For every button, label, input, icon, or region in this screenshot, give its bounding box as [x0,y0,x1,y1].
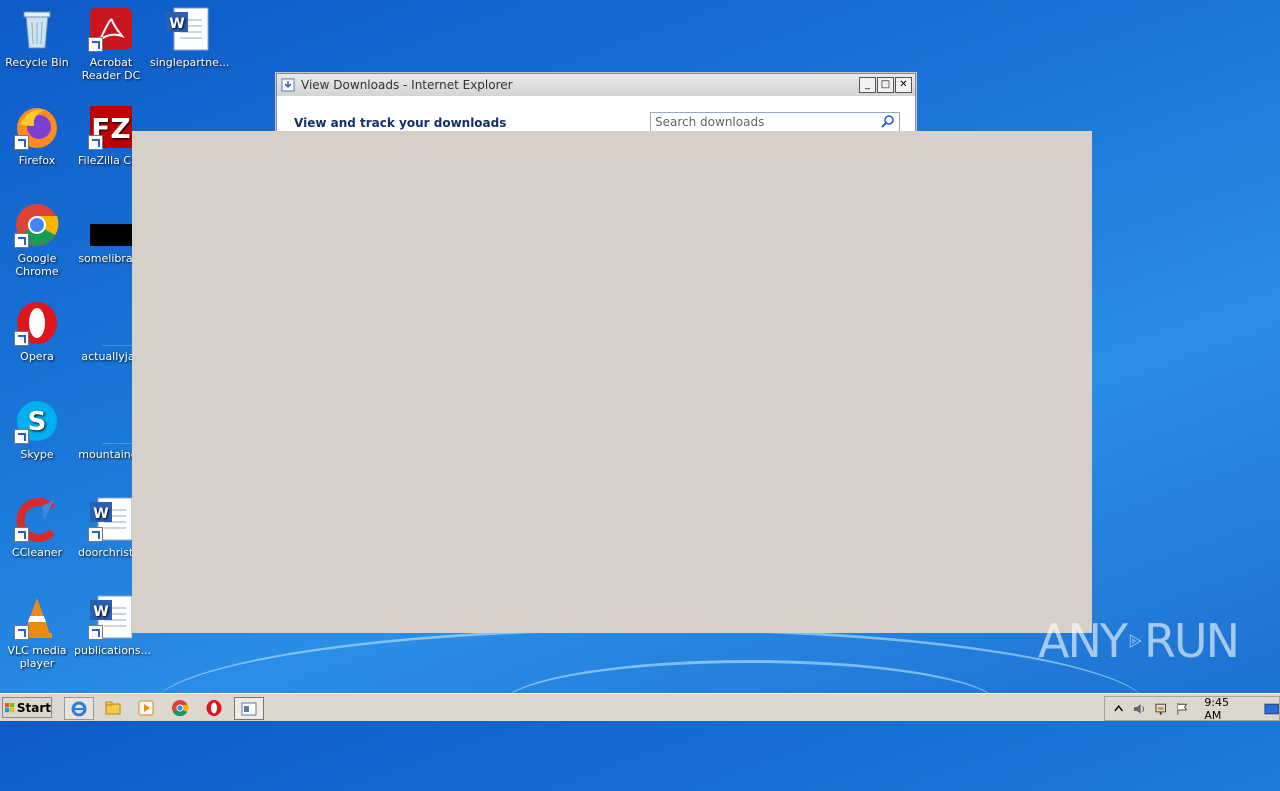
desktop-icon-acrobat[interactable]: Acrobat Reader DC [74,6,148,82]
show-hidden-icons-icon[interactable] [1111,701,1126,717]
taskbar-explorer[interactable] [99,697,127,718]
desktop-icon-label: Recycle Bin [5,56,69,69]
word-doc-icon: W [164,6,210,52]
blank-overlay-panel [132,131,1092,633]
ccleaner-icon [14,496,60,542]
filezilla-icon: FZ [88,104,134,150]
system-tray: 9:45 AM [1104,696,1280,722]
desktop-icon-label: Skype [20,448,54,461]
volume-icon[interactable] [1132,701,1147,717]
svg-text:W: W [93,604,108,620]
desktop-icon-vlc[interactable]: VLC media player [0,594,74,670]
vlc-icon [14,594,60,640]
desktop-icon-recycle-bin[interactable]: Recycle Bin [0,6,74,69]
desktop-icon-firefox[interactable]: Firefox [0,104,74,167]
svg-text:S: S [28,407,47,437]
downloads-heading: View and track your downloads [294,116,507,130]
recycle-bin-icon [14,6,60,52]
desktop-icon-label: Firefox [18,154,56,167]
blank-file-icon [88,398,134,444]
desktop-icon-singlepartne[interactable]: W singlepartne... [150,6,229,69]
ie-downloads-icon [281,78,295,92]
close-button[interactable]: ✕ [895,77,912,93]
word-doc-icon: W [88,496,134,542]
clock[interactable]: 9:45 AM [1204,696,1247,722]
svg-text:W: W [169,16,184,32]
desktop-icon-label: Google Chrome [15,252,59,278]
chrome-icon [14,202,60,248]
desktop-icon-opera[interactable]: Opera [0,300,74,363]
show-desktop-icon[interactable] [1264,701,1279,717]
word-doc-icon: W [88,594,134,640]
acrobat-icon [88,6,134,52]
desktop-icon-label: CCleaner [11,546,63,559]
watermark-any: ANY [1038,614,1128,668]
desktop-icon-label: singlepartne... [150,56,230,69]
svg-text:W: W [93,506,108,522]
search-downloads-input[interactable]: Search downloads [650,112,900,132]
ie-icon [71,701,87,716]
taskbar-downloads-window[interactable] [234,697,264,720]
chrome-icon [172,699,189,716]
play-logo-icon [1129,634,1142,648]
taskbar: Start 9:45 AM [0,693,1280,722]
downloads-window-icon [241,702,257,715]
window-titlebar[interactable]: View Downloads - Internet Explorer _ □ ✕ [277,74,915,96]
opera-icon [14,300,60,346]
windows-flag-icon [5,702,15,712]
firefox-icon [14,104,60,150]
desktop-icon-label: Opera [20,350,54,363]
start-button[interactable]: Start [2,697,52,718]
desktop-icon-label: publications... [74,644,152,657]
start-label: Start [16,700,51,715]
network-icon[interactable] [1154,701,1169,717]
black-file-icon [88,202,134,248]
taskbar-ie[interactable] [64,697,94,720]
desktop-icon-chrome[interactable]: Google Chrome [0,202,74,278]
taskbar-chrome[interactable] [166,697,194,718]
skype-icon: S [14,398,60,444]
search-icon[interactable] [880,114,896,130]
minimize-button[interactable]: _ [859,77,876,93]
explorer-icon [105,701,121,714]
desktop-icon-ccleaner[interactable]: CCleaner [0,496,74,559]
desktop-icon-skype[interactable]: S Skype [0,398,74,461]
anyrun-watermark: ANY RUN [1038,610,1240,672]
maximize-button[interactable]: □ [877,77,894,93]
opera-icon [206,699,222,716]
taskbar-opera[interactable] [200,697,228,718]
taskbar-media-player[interactable] [132,697,160,718]
watermark-run: RUN [1143,614,1240,668]
window-title: View Downloads - Internet Explorer [301,78,513,92]
desktop-icon-label: Acrobat Reader DC [81,56,141,82]
search-placeholder: Search downloads [655,115,765,129]
blank-file-icon [88,300,134,346]
action-center-flag-icon[interactable] [1175,701,1190,717]
media-player-icon [138,700,154,715]
desktop-icon-label: VLC media player [7,644,67,670]
